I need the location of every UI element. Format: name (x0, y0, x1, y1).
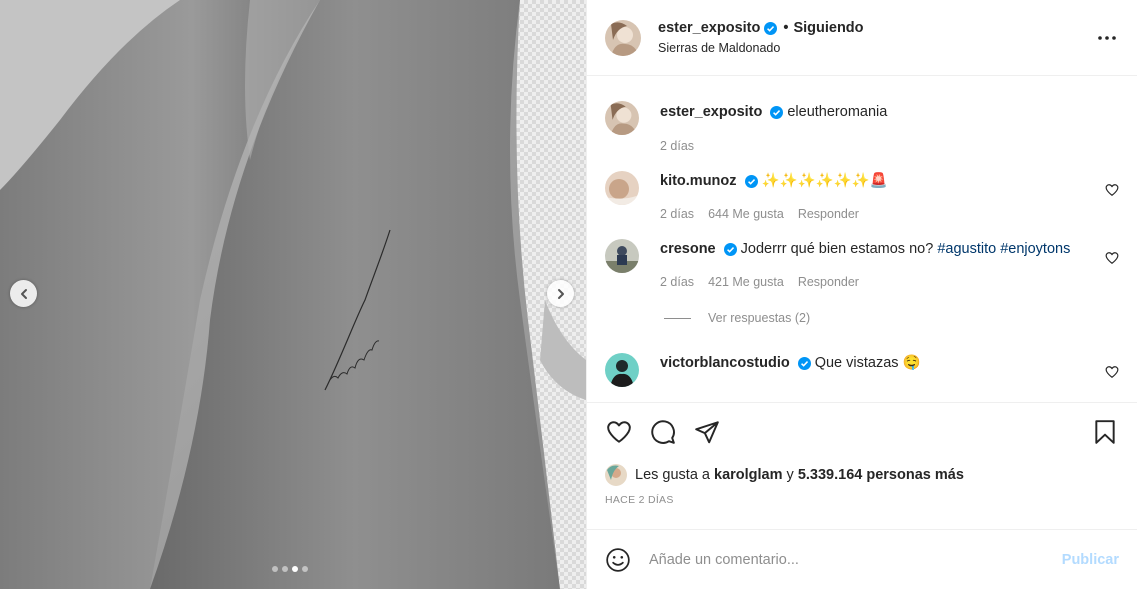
comment-username[interactable]: kito.munoz (660, 173, 737, 189)
liker-avatar[interactable] (605, 464, 627, 486)
reply-button[interactable]: Responder (798, 207, 859, 221)
post-photo (0, 0, 586, 589)
more-icon (1098, 35, 1116, 40)
emoji-icon[interactable] (605, 547, 631, 573)
comments-section[interactable]: ester_exposito eleutheromania 2 días kit… (587, 76, 1137, 402)
comment-icon (651, 419, 675, 444)
avatar-image (605, 464, 627, 486)
reply-button[interactable]: Responder (798, 275, 859, 289)
likes-prefix: Les gusta a (635, 467, 710, 483)
author-username[interactable]: ester_exposito (658, 20, 760, 36)
share-icon (695, 420, 719, 443)
avatar[interactable] (605, 239, 639, 273)
add-comment-bar: Publicar (587, 529, 1137, 589)
comment-time[interactable]: 2 días (660, 275, 694, 289)
view-replies-button[interactable]: Ver respuestas (2) (664, 311, 1119, 325)
caption-text: eleutheromania (787, 104, 888, 120)
previous-slide-button[interactable] (10, 280, 37, 307)
avatar[interactable] (605, 353, 639, 387)
likes-middle: y (786, 467, 794, 483)
comment-item: kito.munoz ✨✨✨✨✨✨🚨 2 días 644 Me gusta Re… (605, 171, 1119, 221)
verified-icon (723, 242, 737, 256)
avatar-image (605, 101, 639, 135)
verified-icon (744, 174, 758, 188)
more-options-button[interactable] (1095, 26, 1119, 50)
comment-likes[interactable]: 644 Me gusta (708, 207, 784, 221)
caption-username[interactable]: ester_exposito (660, 104, 762, 120)
carousel-dot (272, 566, 278, 572)
avatar-image (605, 171, 639, 205)
like-comment-icon[interactable] (1105, 365, 1119, 379)
separator-dot: • (783, 20, 789, 36)
carousel-dot (282, 566, 288, 572)
verified-icon (764, 21, 778, 35)
caption: ester_exposito eleutheromania 2 días (605, 101, 1119, 153)
view-replies-label: Ver respuestas (2) (708, 311, 811, 325)
post-header: ester_exposito • Siguiendo Sierras de Ma… (587, 0, 1137, 76)
avatar-image (605, 353, 639, 387)
like-comment-icon[interactable] (1105, 251, 1119, 265)
comment-hashtags[interactable]: #agustito #enjoytons (937, 241, 1070, 257)
avatar[interactable] (605, 101, 639, 135)
carousel-dot (302, 566, 308, 572)
verified-icon (797, 356, 811, 370)
location-link[interactable]: Sierras de Maldonado (658, 41, 1095, 55)
avatar[interactable] (605, 19, 641, 56)
chevron-left-icon (20, 288, 27, 299)
comment-text: ✨✨✨✨✨✨🚨 (761, 173, 888, 189)
likes-count[interactable]: 5.339.164 personas más (798, 467, 964, 483)
avatar-image (605, 239, 639, 273)
carousel-dot-active (292, 566, 298, 572)
comment-time[interactable]: 2 días (660, 207, 694, 221)
chevron-right-icon (557, 288, 564, 299)
comment-item: victorblancostudio Que vistazas 🤤 (605, 353, 1119, 387)
next-slide-button[interactable] (547, 280, 574, 307)
following-button[interactable]: Siguiendo (793, 20, 863, 36)
heart-icon (607, 420, 631, 443)
replies-divider (664, 317, 691, 319)
comment-text: Que vistazas 🤤 (814, 355, 921, 371)
like-comment-icon[interactable] (1105, 183, 1119, 197)
comment-input[interactable] (649, 551, 1062, 568)
share-button[interactable] (693, 418, 721, 446)
publish-button[interactable]: Publicar (1062, 552, 1119, 568)
comment-item: cresone Joderrr qué bien estamos no? #agu… (605, 239, 1119, 289)
carousel-indicator (272, 566, 308, 572)
save-button[interactable] (1091, 418, 1119, 446)
like-button[interactable] (605, 418, 633, 446)
verified-icon (770, 105, 784, 119)
comment-likes[interactable]: 421 Me gusta (708, 275, 784, 289)
post-details-panel: ester_exposito • Siguiendo Sierras de Ma… (586, 0, 1137, 589)
comment-username[interactable]: cresone (660, 241, 716, 257)
caption-time[interactable]: 2 días (660, 139, 694, 153)
comment-text: Joderrr qué bien estamos no? (740, 241, 934, 257)
post-timestamp[interactable]: HACE 2 DÍAS (587, 494, 1137, 520)
avatar-image (605, 19, 641, 56)
bookmark-icon (1095, 419, 1115, 444)
avatar[interactable] (605, 171, 639, 205)
liker-username[interactable]: karolglam (714, 467, 783, 483)
post-media (0, 0, 586, 589)
comment-username[interactable]: victorblancostudio (660, 355, 790, 371)
likes-summary: Les gusta a karolglam y 5.339.164 person… (587, 460, 1137, 490)
post-actions-bar (587, 402, 1137, 460)
post-modal: ester_exposito • Siguiendo Sierras de Ma… (0, 0, 1137, 589)
comment-button[interactable] (649, 418, 677, 446)
